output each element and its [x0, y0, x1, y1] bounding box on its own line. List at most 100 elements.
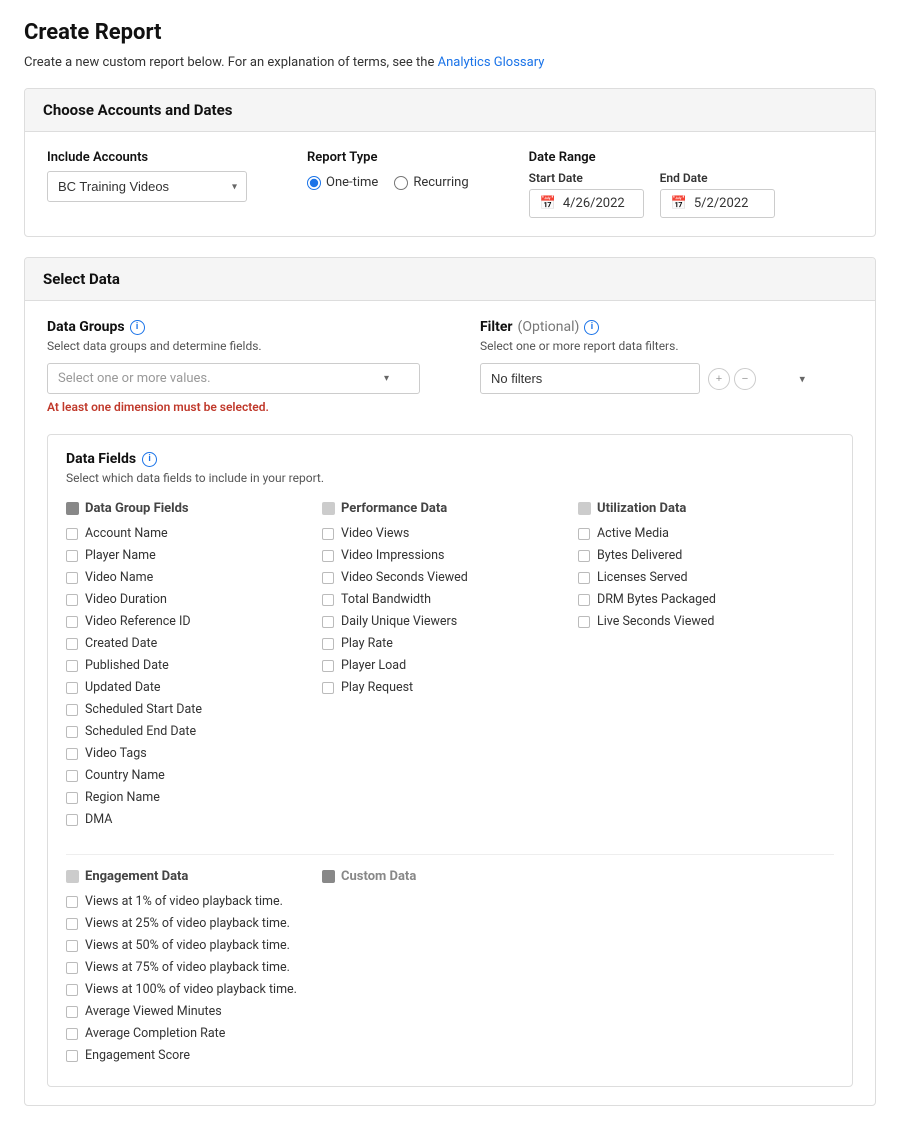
- data-fields-section: Data Fields i Select which data fields t…: [47, 434, 853, 1087]
- list-item[interactable]: Views at 75% of video playback time.: [66, 960, 322, 975]
- field-checkbox[interactable]: [322, 660, 334, 672]
- data-groups-info-icon[interactable]: i: [130, 320, 145, 335]
- radio-option-recurring[interactable]: Recurring: [394, 175, 468, 190]
- include-accounts-select[interactable]: BC Training Videos: [47, 171, 247, 202]
- field-checkbox[interactable]: [66, 1028, 78, 1040]
- start-date-field: Start Date 📅 4/26/2022: [529, 171, 644, 218]
- field-checkbox[interactable]: [578, 594, 590, 606]
- list-item[interactable]: Views at 50% of video playback time.: [66, 938, 322, 953]
- filter-info-icon[interactable]: i: [584, 320, 599, 335]
- field-checkbox[interactable]: [66, 528, 78, 540]
- list-item[interactable]: Video Impressions: [322, 548, 568, 563]
- glossary-link[interactable]: Analytics Glossary: [438, 55, 545, 70]
- field-checkbox[interactable]: [66, 1006, 78, 1018]
- list-item[interactable]: Account Name: [66, 526, 312, 541]
- field-checkbox[interactable]: [322, 528, 334, 540]
- list-item[interactable]: Views at 1% of video playback time.: [66, 894, 322, 909]
- field-checkbox[interactable]: [66, 896, 78, 908]
- list-item[interactable]: Licenses Served: [578, 570, 824, 585]
- list-item[interactable]: Play Request: [322, 680, 568, 695]
- list-item[interactable]: Updated Date: [66, 680, 312, 695]
- start-date-input[interactable]: 📅 4/26/2022: [529, 189, 644, 218]
- list-item[interactable]: Average Completion Rate: [66, 1026, 322, 1041]
- field-checkbox[interactable]: [322, 572, 334, 584]
- engagement-checkbox[interactable]: [66, 870, 79, 883]
- list-item[interactable]: Player Load: [322, 658, 568, 673]
- field-checkbox[interactable]: [578, 528, 590, 540]
- custom-data-checkbox[interactable]: [322, 870, 335, 883]
- field-checkbox[interactable]: [66, 550, 78, 562]
- list-item[interactable]: DRM Bytes Packaged: [578, 592, 824, 607]
- data-group-fields-checkbox[interactable]: [66, 502, 79, 515]
- list-item[interactable]: Total Bandwidth: [322, 592, 568, 607]
- field-checkbox[interactable]: [66, 962, 78, 974]
- filter-select[interactable]: No filters: [480, 363, 700, 394]
- filter-add-button[interactable]: +: [708, 368, 730, 390]
- list-item[interactable]: Scheduled End Date: [66, 724, 312, 739]
- list-item[interactable]: Average Viewed Minutes: [66, 1004, 322, 1019]
- performance-data-checkbox[interactable]: [322, 502, 335, 515]
- field-checkbox[interactable]: [578, 616, 590, 628]
- engagement-header: Engagement Data: [66, 869, 322, 884]
- utilization-data-checkbox[interactable]: [578, 502, 591, 515]
- end-date-input[interactable]: 📅 5/2/2022: [660, 189, 775, 218]
- list-item[interactable]: Player Name: [66, 548, 312, 563]
- list-item[interactable]: Video Name: [66, 570, 312, 585]
- select-data-body: Data Groups i Select data groups and det…: [25, 301, 875, 1105]
- field-checkbox[interactable]: [66, 1050, 78, 1062]
- list-item[interactable]: Video Views: [322, 526, 568, 541]
- field-checkbox[interactable]: [66, 814, 78, 826]
- list-item[interactable]: Video Reference ID: [66, 614, 312, 629]
- field-checkbox[interactable]: [66, 682, 78, 694]
- report-type-radio-row: One-time Recurring: [307, 175, 469, 190]
- list-item[interactable]: Created Date: [66, 636, 312, 651]
- field-checkbox[interactable]: [66, 940, 78, 952]
- list-item[interactable]: Views at 25% of video playback time.: [66, 916, 322, 931]
- field-checkbox[interactable]: [66, 748, 78, 760]
- field-checkbox[interactable]: [66, 984, 78, 996]
- list-item[interactable]: Video Tags: [66, 746, 312, 761]
- radio-onetime-label: One-time: [326, 175, 378, 190]
- field-checkbox[interactable]: [66, 726, 78, 738]
- list-item[interactable]: Video Duration: [66, 592, 312, 607]
- radio-option-onetime[interactable]: One-time: [307, 175, 378, 190]
- field-checkbox[interactable]: [578, 550, 590, 562]
- data-group-fields-col: Data Group Fields Account Name Player Na…: [66, 501, 322, 834]
- field-checkbox[interactable]: [66, 792, 78, 804]
- field-checkbox[interactable]: [66, 660, 78, 672]
- list-item[interactable]: Country Name: [66, 768, 312, 783]
- list-item[interactable]: Bytes Delivered: [578, 548, 824, 563]
- field-checkbox[interactable]: [322, 616, 334, 628]
- radio-onetime[interactable]: [307, 176, 321, 190]
- list-item[interactable]: DMA: [66, 812, 312, 827]
- radio-recurring[interactable]: [394, 176, 408, 190]
- field-checkbox[interactable]: [66, 704, 78, 716]
- field-checkbox[interactable]: [66, 638, 78, 650]
- list-item[interactable]: Region Name: [66, 790, 312, 805]
- field-checkbox[interactable]: [322, 638, 334, 650]
- field-checkbox[interactable]: [66, 616, 78, 628]
- list-item[interactable]: Live Seconds Viewed: [578, 614, 824, 629]
- field-checkbox[interactable]: [66, 770, 78, 782]
- field-checkbox[interactable]: [578, 572, 590, 584]
- field-checkbox[interactable]: [322, 682, 334, 694]
- list-item[interactable]: Views at 100% of video playback time.: [66, 982, 322, 997]
- field-checkbox[interactable]: [66, 594, 78, 606]
- report-type-label: Report Type: [307, 150, 469, 165]
- field-checkbox[interactable]: [322, 594, 334, 606]
- list-item[interactable]: Play Rate: [322, 636, 568, 651]
- end-date-field: End Date 📅 5/2/2022: [660, 171, 775, 218]
- field-checkbox[interactable]: [322, 550, 334, 562]
- performance-fields-list: Video Views Video Impressions Video Seco…: [322, 526, 568, 695]
- list-item[interactable]: Engagement Score: [66, 1048, 322, 1063]
- list-item[interactable]: Active Media: [578, 526, 824, 541]
- list-item[interactable]: Video Seconds Viewed: [322, 570, 568, 585]
- field-checkbox[interactable]: [66, 918, 78, 930]
- data-fields-info-icon[interactable]: i: [142, 452, 157, 467]
- filter-remove-button[interactable]: −: [734, 368, 756, 390]
- list-item[interactable]: Published Date: [66, 658, 312, 673]
- list-item[interactable]: Daily Unique Viewers: [322, 614, 568, 629]
- data-groups-multiselect[interactable]: Select one or more values. ▾: [47, 363, 420, 394]
- field-checkbox[interactable]: [66, 572, 78, 584]
- list-item[interactable]: Scheduled Start Date: [66, 702, 312, 717]
